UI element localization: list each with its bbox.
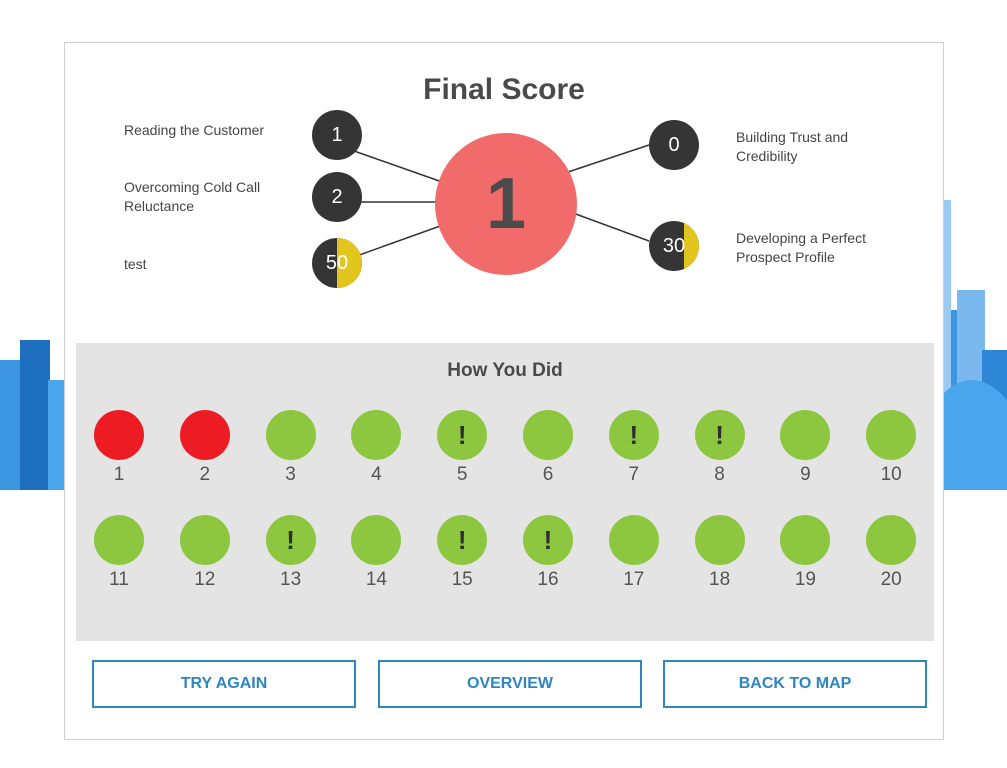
- result-dot: [265, 410, 316, 460]
- overview-button[interactable]: OVERVIEW: [378, 660, 642, 708]
- question-result-3[interactable]: 3: [261, 410, 321, 486]
- question-number: 12: [194, 569, 216, 590]
- question-result-7[interactable]: ! 7: [604, 410, 664, 486]
- question-number: 16: [537, 569, 559, 590]
- skill-label-test: test: [124, 256, 147, 272]
- question-number: 6: [542, 464, 554, 485]
- question-result-17[interactable]: 17: [604, 515, 664, 591]
- question-number: 19: [794, 569, 816, 590]
- question-number: 13: [280, 569, 302, 590]
- warning-mark-icon: !: [457, 419, 467, 450]
- skill-score-value: 1: [331, 123, 343, 146]
- main-score-circle: 1: [435, 133, 577, 275]
- warning-mark-icon: !: [543, 524, 553, 555]
- skill-score-value: 50: [325, 251, 349, 274]
- skill-label-building-trust: Building Trust and Credibility: [736, 129, 849, 164]
- question-result-2[interactable]: 2: [175, 410, 235, 486]
- result-dot: !: [265, 515, 316, 565]
- skill-label-cold-call: Overcoming Cold Call Reluctance: [124, 179, 261, 214]
- question-result-18[interactable]: 18: [690, 515, 750, 591]
- question-number: 8: [714, 464, 725, 485]
- result-dot: [179, 515, 230, 565]
- skill-score-building-trust: 0: [649, 120, 699, 170]
- result-dot: [694, 515, 745, 565]
- how-you-did-section: How You Did 1 2 3 4! 5 6! 7! 8 9 10 11 12! 13 14! 15! 1…: [76, 343, 934, 641]
- question-number: 18: [709, 569, 731, 590]
- skill-label-prospect-profile: Developing a Perfect Prospect Profile: [736, 230, 866, 265]
- question-result-9[interactable]: 9: [775, 410, 835, 486]
- result-dot: [866, 410, 917, 460]
- skyline-left-decoration: [0, 340, 70, 490]
- question-result-8[interactable]: ! 8: [690, 410, 750, 486]
- warning-mark-icon: !: [457, 524, 467, 555]
- section-title: How You Did: [447, 360, 563, 381]
- result-dot: [94, 515, 144, 565]
- question-number: 11: [109, 569, 129, 590]
- result-dot: [351, 410, 402, 460]
- question-result-5[interactable]: ! 5: [432, 410, 492, 486]
- question-number: 5: [456, 464, 468, 485]
- skill-score-value: 30: [662, 234, 686, 257]
- question-result-4[interactable]: 4: [346, 410, 406, 486]
- skill-score-reading-customer: 1: [312, 110, 362, 160]
- question-number: 1: [113, 464, 125, 485]
- question-result-15[interactable]: ! 15: [432, 515, 492, 591]
- result-dot: [523, 410, 573, 460]
- question-number: 9: [800, 464, 811, 485]
- result-dot: [608, 515, 659, 565]
- skill-gauge-fill: [684, 221, 699, 271]
- result-dot: !: [437, 515, 488, 565]
- result-dot: !: [523, 515, 573, 565]
- question-result-16[interactable]: ! 16: [518, 515, 578, 591]
- result-dot: [780, 410, 831, 460]
- back-to-map-button[interactable]: BACK TO MAP: [663, 660, 927, 708]
- question-number: 7: [628, 464, 640, 485]
- skill-score-cold-call: 2: [312, 172, 362, 222]
- result-dot: [179, 410, 230, 460]
- question-number: 15: [451, 569, 473, 590]
- warning-mark-icon: !: [715, 419, 724, 450]
- skill-score-test: 50: [312, 238, 362, 288]
- warning-mark-icon: !: [629, 419, 639, 450]
- result-dot: [780, 515, 831, 565]
- try-again-button[interactable]: TRY AGAIN: [92, 660, 356, 708]
- question-result-11[interactable]: 11: [89, 515, 149, 591]
- final-score-panel: Final Score 1 1 Reading the Customer 2 O…: [64, 42, 944, 740]
- question-number: 17: [623, 569, 645, 590]
- question-number: 2: [199, 464, 211, 485]
- question-result-12[interactable]: 12: [175, 515, 235, 591]
- question-result-1[interactable]: 1: [89, 410, 149, 486]
- result-dot: [351, 515, 402, 565]
- warning-mark-icon: !: [286, 524, 295, 555]
- question-result-19[interactable]: 19: [775, 515, 835, 591]
- question-result-14[interactable]: 14: [346, 515, 406, 591]
- skill-label-reading-customer: Reading the Customer: [124, 122, 265, 138]
- skill-score-prospect-profile: 30: [649, 221, 699, 271]
- result-dot: !: [437, 410, 488, 460]
- question-number: 20: [880, 569, 902, 590]
- question-result-10[interactable]: 10: [861, 410, 921, 486]
- skill-score-value: 0: [668, 133, 680, 156]
- question-result-20[interactable]: 20: [861, 515, 921, 591]
- result-dot: [94, 410, 144, 460]
- skill-score-value: 2: [331, 185, 343, 208]
- result-dot: !: [608, 410, 659, 460]
- result-dot: [866, 515, 917, 565]
- question-number: 10: [880, 464, 902, 485]
- skyline-right-decoration: [937, 200, 1007, 490]
- question-number: 14: [365, 569, 387, 590]
- question-number: 3: [285, 464, 296, 485]
- result-dot: !: [694, 410, 745, 460]
- question-number: 4: [371, 464, 382, 485]
- question-result-13[interactable]: ! 13: [261, 515, 321, 591]
- question-result-6[interactable]: 6: [518, 410, 578, 486]
